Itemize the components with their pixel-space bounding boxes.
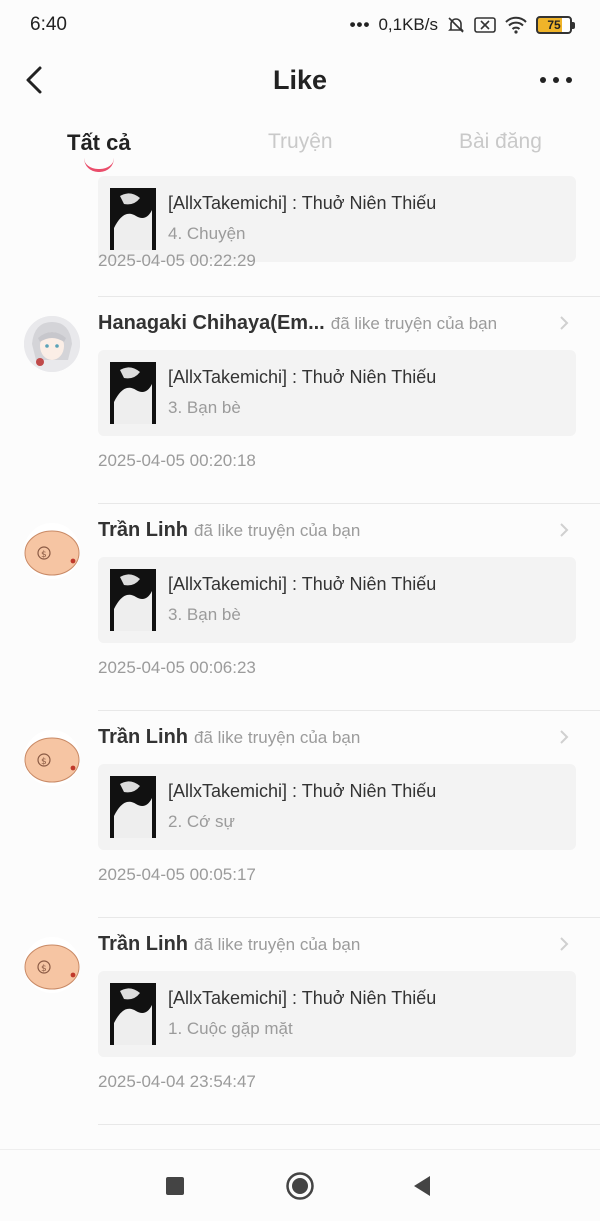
notification-text: Trần Linh đã like truyện của bạn [98,933,560,967]
mute-bell-icon [446,15,466,35]
tab-all[interactable]: Tất cả [67,130,131,156]
wifi-icon [504,15,528,35]
notification-text: Hanagaki Chihaya(Em... đã like truyện củ… [98,312,560,346]
tab-active-indicator [84,158,114,172]
username[interactable]: Trần Linh [98,519,188,542]
notification-item[interactable]: Hanagaki Chihaya(Em... đã like truyện củ… [0,297,600,504]
story-cover-image [110,569,156,631]
tab-posts[interactable]: Bài đăng [459,130,542,154]
back-arrow-icon [26,66,42,94]
story-card[interactable]: [AllxTakemichi] : Thuở Niên Thiếu 3. Bạn… [98,350,576,436]
app-header: Like [0,50,600,110]
action-text: đã like truyện của bạn [194,935,361,954]
story-title: [AllxTakemichi] : Thuở Niên Thiếu [168,193,437,213]
username[interactable]: Hanagaki Chihaya(Em... [98,312,325,335]
chapter-label: 1. Cuộc gặp mặt [168,1019,293,1038]
avatar[interactable]: $ [24,523,80,579]
story-title: [AllxTakemichi] : Thuở Niên Thiếu [168,574,437,594]
chapter-label: 4. Chuyện [168,224,246,243]
svg-text:$: $ [41,964,47,974]
system-nav-bar [0,1149,600,1221]
avatar[interactable]: $ [24,730,80,786]
notification-list[interactable]: [AllxTakemichi] : Thuở Niên Thiếu 4. Chu… [0,174,600,1149]
battery-icon: 75 [536,16,575,34]
status-bar: 6:40 ••• 0,1KB/s 75 [0,0,600,50]
username[interactable]: Trần Linh [98,726,188,749]
story-card[interactable]: [AllxTakemichi] : Thuở Niên Thiếu 1. Cuộ… [98,971,576,1057]
timestamp: 2025-04-05 00:22:29 [98,251,256,270]
page-title: Like [272,64,328,95]
chapter-label: 3. Bạn bè [168,398,241,417]
back-button[interactable] [22,64,50,96]
action-text: đã like truyện của bạn [194,728,361,747]
story-card[interactable]: [AllxTakemichi] : Thuở Niên Thiếu 2. Cớ … [98,764,576,850]
network-speed: 0,1KB/s [378,15,438,34]
chapter-label: 3. Bạn bè [168,605,241,624]
chevron-right-icon[interactable] [558,729,570,745]
square-icon [166,1177,184,1195]
notification-item[interactable]: [AllxTakemichi] : Thuở Niên Thiếu 4. Chu… [0,174,600,270]
action-text: đã like truyện của bạn [194,521,361,540]
battery-level: 75 [547,18,561,32]
chevron-right-icon[interactable] [558,315,570,331]
svg-text:$: $ [41,757,47,767]
story-card[interactable]: [AllxTakemichi] : Thuở Niên Thiếu 3. Bạn… [98,557,576,643]
story-cover-image [110,983,156,1045]
avatar[interactable]: $ [24,937,80,993]
status-icons: ••• 0,1KB/s 75 [349,15,575,35]
story-cover-image [110,776,156,838]
no-sim-icon [474,16,496,34]
notification-text: Trần Linh đã like truyện của bạn [98,726,560,760]
notification-item[interactable]: $ Trần Linh đã like truyện của bạn [Allx… [0,711,600,918]
action-text: đã like truyện của bạn [330,314,498,333]
tab-bar: Tất cả Truyện Bài đăng [0,118,600,174]
avatar[interactable] [24,316,80,372]
timestamp: 2025-04-04 23:54:47 [98,1072,256,1091]
chapter-label: 2. Cớ sự [168,812,235,831]
timestamp: 2025-04-05 00:05:17 [98,865,256,884]
svg-text:$: $ [41,550,47,560]
story-title: [AllxTakemichi] : Thuở Niên Thiếu [168,988,437,1008]
divider [98,1124,600,1125]
story-title: [AllxTakemichi] : Thuở Niên Thiếu [168,781,437,801]
story-cover-image [110,188,156,250]
story-card[interactable]: [AllxTakemichi] : Thuở Niên Thiếu 4. Chu… [98,176,576,262]
more-button[interactable] [536,64,576,96]
more-dots-icon [540,77,572,83]
notification-text: Trần Linh đã like truyện của bạn [98,519,560,553]
home-button[interactable] [285,1171,315,1206]
circle-icon [286,1172,314,1200]
dots-icon: ••• [349,15,371,34]
triangle-back-icon [414,1176,430,1196]
notification-item[interactable]: $ Trần Linh đã like truyện của bạn [Allx… [0,504,600,711]
story-title: [AllxTakemichi] : Thuở Niên Thiếu [168,367,437,387]
chevron-right-icon[interactable] [558,936,570,952]
tab-stories[interactable]: Truyện [268,130,333,154]
status-time: 6:40 [30,14,67,35]
username[interactable]: Trần Linh [98,933,188,956]
chevron-right-icon[interactable] [558,522,570,538]
notification-item[interactable]: $ Trần Linh đã like truyện của bạn [Allx… [0,918,600,1125]
story-cover-image [110,362,156,424]
timestamp: 2025-04-05 00:06:23 [98,658,256,677]
timestamp: 2025-04-05 00:20:18 [98,451,256,470]
recent-apps-button[interactable] [165,1176,185,1201]
back-nav-button[interactable] [412,1175,432,1202]
